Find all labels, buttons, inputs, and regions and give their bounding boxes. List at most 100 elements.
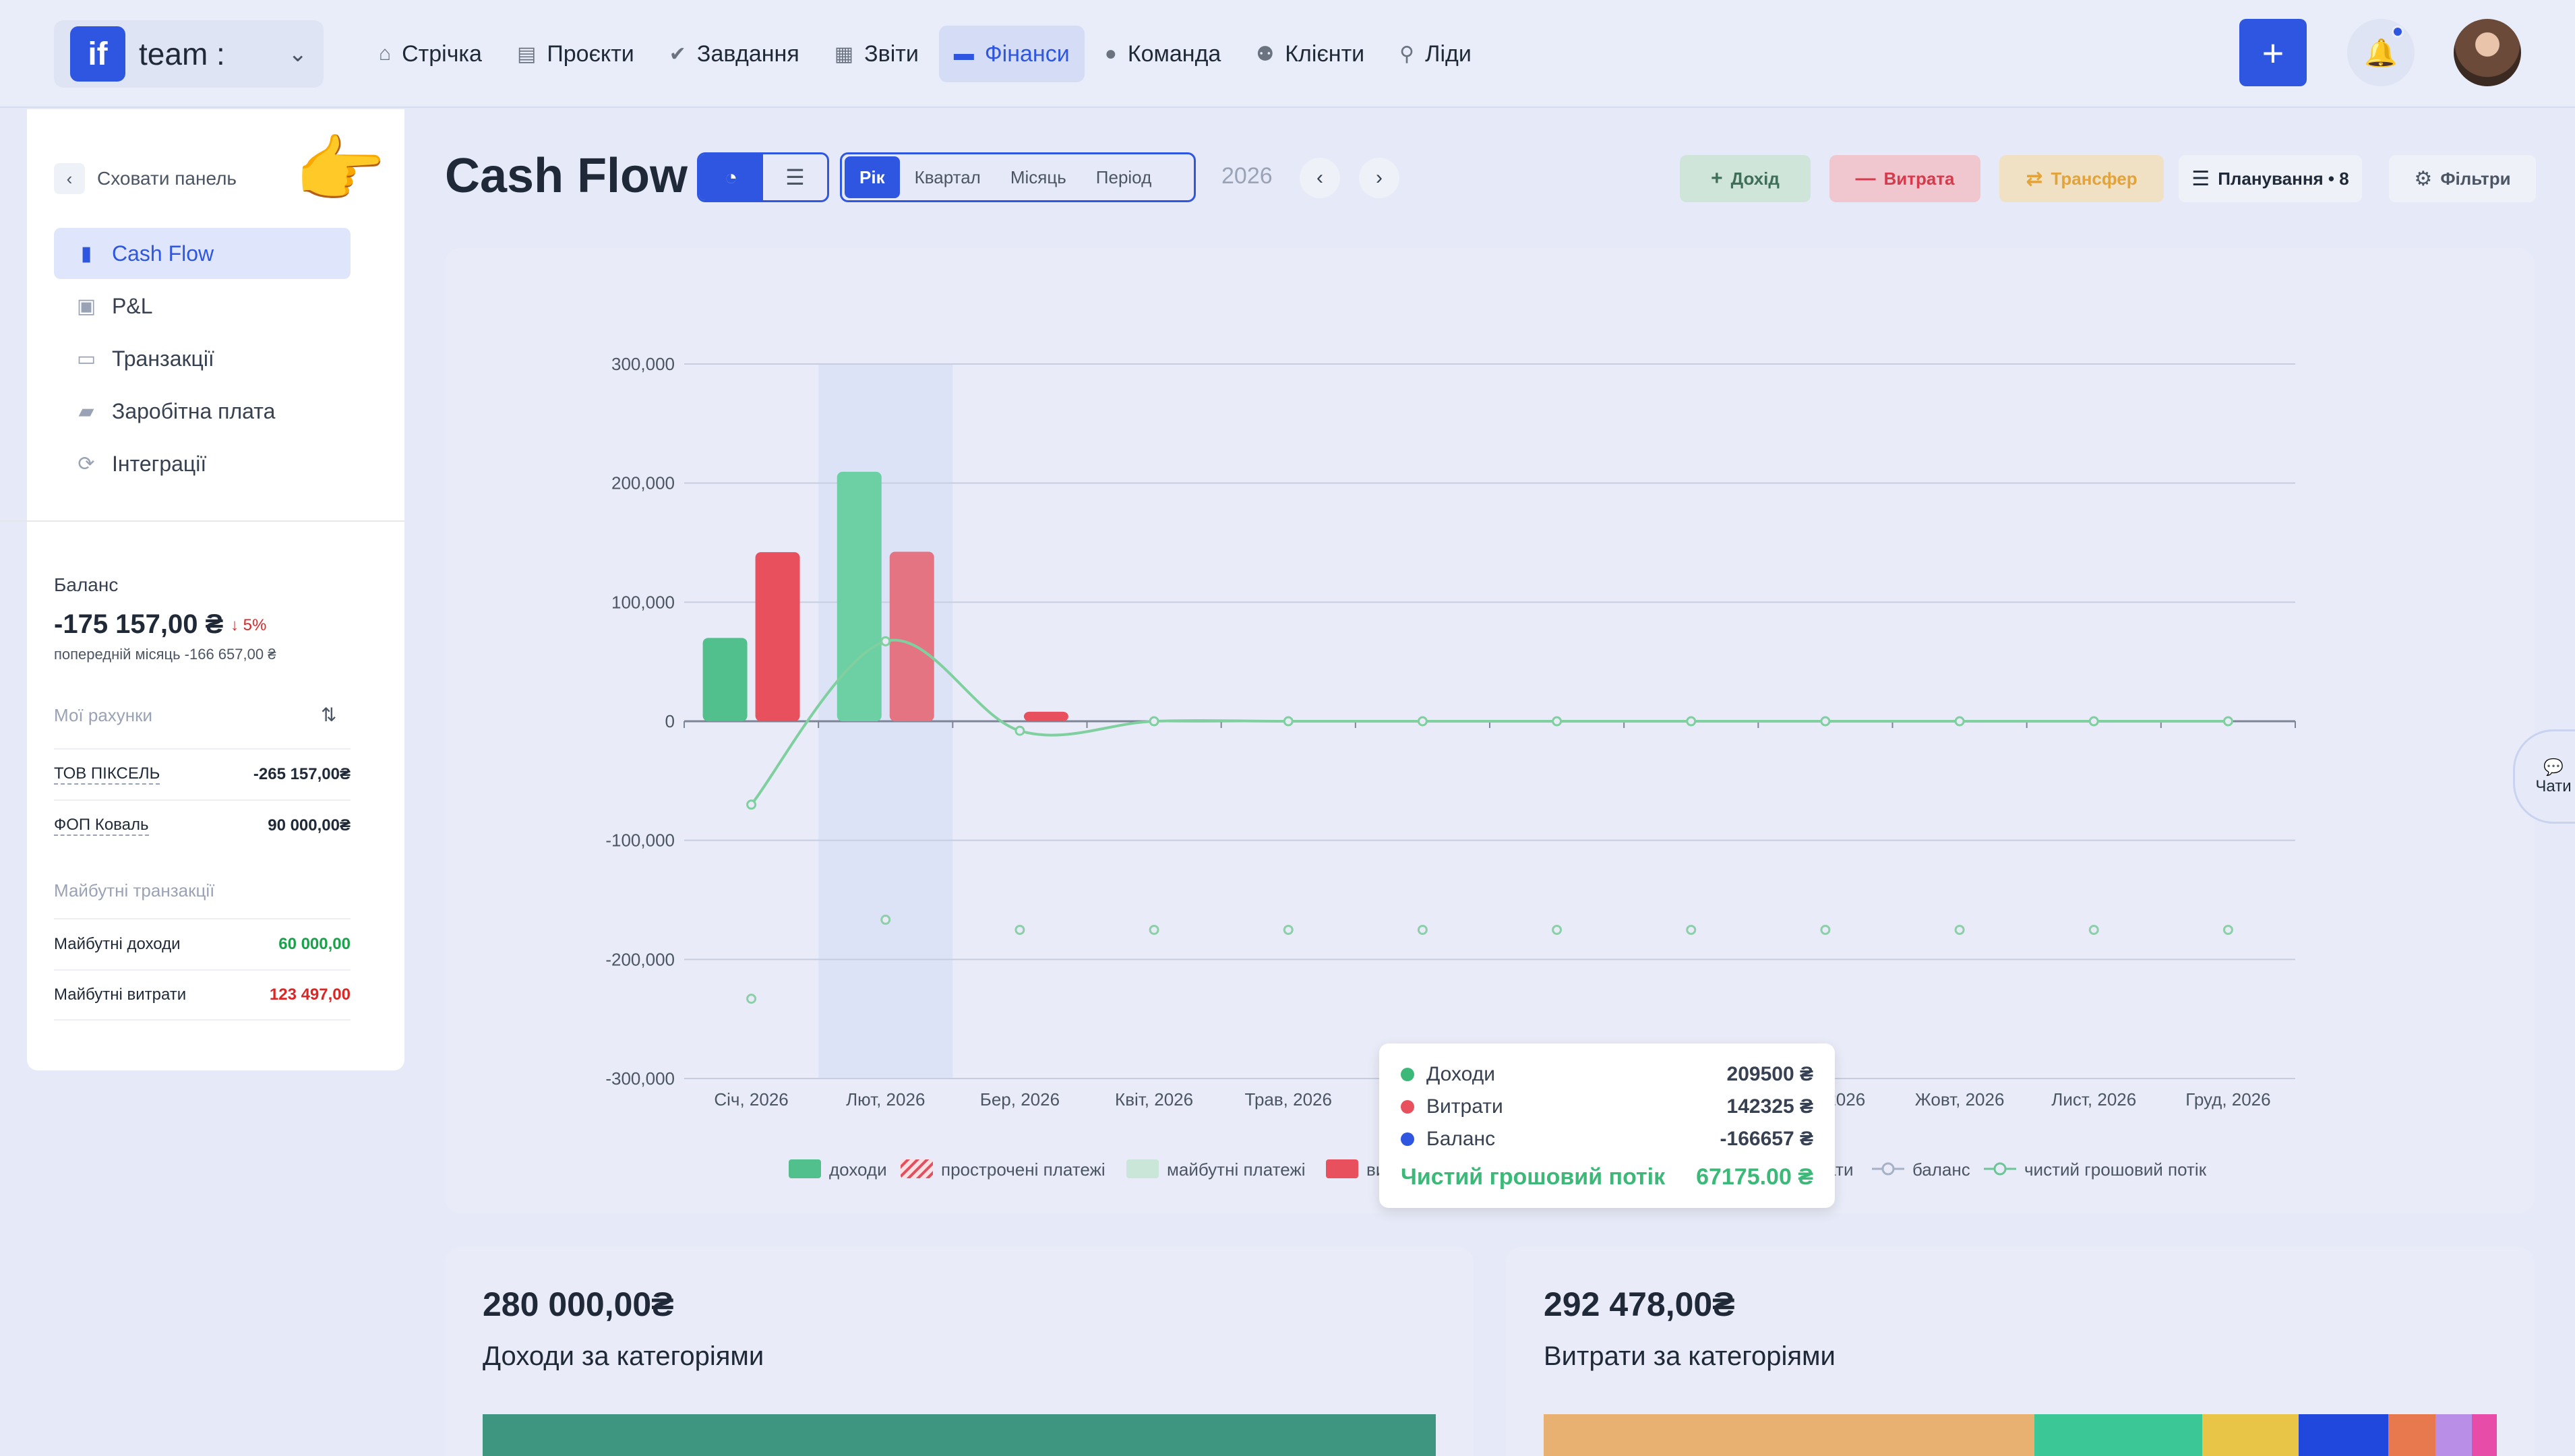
sliders-icon: ⚙ [2414, 167, 2433, 190]
net-cash-flow-point [1820, 716, 1831, 727]
sidebar-menu: ▮ Cash Flow ▣ P&L ▭ Транзакції ▰ Заробітна п… [54, 228, 351, 491]
filters-label: Фільтри [2440, 168, 2511, 189]
future-transactions-title: Майбутні транзакції [54, 880, 215, 901]
sync-icon: ⟳ [78, 452, 95, 475]
account-row[interactable]: ТОВ ПІКСЕЛЬ -265 157,00₴ [54, 748, 351, 799]
add-transfer-button[interactable]: ⇄ Трансфер [1999, 155, 2164, 202]
legend-swatch [901, 1159, 933, 1178]
future-value: 60 000,00 [278, 935, 351, 953]
account-name: ТОВ ПІКСЕЛЬ [54, 764, 160, 785]
y-tick-label: 300,000 [611, 354, 675, 374]
tooltip-label: Баланс [1426, 1128, 1496, 1150]
period-custom-tab[interactable]: Період [1081, 156, 1166, 198]
nav-item-clients[interactable]: ⚉ Клієнти [1241, 26, 1379, 82]
list-view-button[interactable]: ☰ [763, 154, 827, 200]
add-expense-button[interactable]: — Витрата [1829, 155, 1980, 202]
chart-view-button[interactable]: ◔ [699, 154, 763, 200]
balance-point [1820, 924, 1831, 935]
nav-item-finance[interactable]: ▬ Фінанси [938, 26, 1085, 82]
finance-sidebar: ‹ Сховати панель 👉 ▮ Cash Flow ▣ P&L ▭ Тран… [0, 109, 404, 1070]
sidebar-item-transactions[interactable]: ▭ Транзакції [54, 333, 351, 384]
chats-button[interactable]: 💬 Чати [2513, 729, 2575, 824]
next-year-button[interactable]: › [1359, 158, 1399, 198]
pointing-hand-icon: 👉 [294, 129, 386, 212]
nav-item-leads[interactable]: ⚲ Ліди [1385, 26, 1486, 82]
sidebar-item-label: Транзакції [112, 346, 214, 371]
add-button[interactable]: + [2239, 19, 2307, 86]
link-icon: ⚲ [1399, 42, 1415, 65]
nav-item-tasks[interactable]: ✔ Завдання [655, 26, 814, 82]
tooltip-row-expense: Витрати 142325 ₴ [1401, 1091, 1813, 1123]
account-row[interactable]: ФОП Коваль 90 000,00₴ [54, 799, 351, 851]
balance-point [880, 914, 891, 925]
sidebar-item-label: Заробітна плата [112, 398, 276, 423]
x-tick-label: Трав, 2026 [1245, 1089, 1332, 1110]
nav-item-team[interactable]: ● Команда [1090, 26, 1236, 82]
notification-dot [2392, 26, 2404, 38]
net-cash-flow-point [746, 799, 757, 810]
x-tick-label: Лют, 2026 [846, 1089, 925, 1110]
add-expense-label: Витрата [1883, 168, 1955, 189]
sidebar-item-pnl[interactable]: ▣ P&L [54, 280, 351, 332]
category-segment[interactable] [2202, 1414, 2299, 1456]
tooltip-label: Витрати [1426, 1095, 1503, 1118]
avatar[interactable] [2454, 19, 2521, 86]
sort-icon[interactable]: ⇅ [321, 704, 336, 726]
expense-category-bar [1544, 1414, 2497, 1456]
sidebar-item-label: Інтеграції [112, 451, 207, 476]
category-segment[interactable] [2472, 1414, 2497, 1456]
x-tick-label: Бер, 2026 [980, 1089, 1060, 1110]
category-segment[interactable] [2388, 1414, 2436, 1456]
tooltip-row-income: Доходи 209500 ₴ [1401, 1058, 1813, 1091]
period-quarter-tab[interactable]: Квартал [900, 156, 996, 198]
future-name: Майбутні доходи [54, 935, 181, 953]
balance-point [1014, 924, 1025, 935]
balance-point [1954, 924, 1965, 935]
nav-label: Стрічка [402, 40, 482, 67]
page-title: Cash Flow [445, 149, 688, 203]
expense-by-category-card: 292 478,00₴ Витрати за категоріями [1506, 1247, 2535, 1456]
net-cash-flow-line [750, 638, 2229, 806]
expense-bar [1023, 711, 1068, 721]
workspace-logo: if [70, 26, 125, 82]
notifications-button[interactable]: 🔔 [2347, 19, 2415, 86]
chats-label: Чати [2535, 777, 2572, 795]
chevron-down-icon: ⌄ [288, 41, 308, 67]
nav-item-feed[interactable]: ⌂ Стрічка [364, 26, 497, 82]
tooltip-row-net: Чистий грошовий потік 67175.00 ₴ [1401, 1161, 1813, 1193]
legend-label: чистий грошовий потік [2024, 1159, 2207, 1180]
nav-item-reports[interactable]: ▦ Звіти [820, 26, 934, 82]
add-income-button[interactable]: + Дохід [1680, 155, 1811, 202]
period-month-tab[interactable]: Місяць [996, 156, 1081, 198]
sidebar-item-cash-flow[interactable]: ▮ Cash Flow [54, 228, 351, 279]
workspace-switcher[interactable]: if team : ⌄ [54, 20, 324, 88]
hide-panel-button[interactable]: ‹ Сховати панель [54, 163, 237, 194]
category-segment[interactable] [2435, 1414, 2473, 1456]
chart-icon: ▮ [80, 242, 92, 265]
category-segment[interactable] [2298, 1414, 2388, 1456]
sidebar-item-integrations[interactable]: ⟳ Інтеграції [54, 438, 351, 489]
y-tick-label: 100,000 [611, 592, 675, 612]
previous-month-balance: попередній місяць -166 657,00 ₴ [54, 646, 276, 663]
planning-button[interactable]: ☰ Планування • 8 [2179, 155, 2362, 202]
briefcase-icon: ▰ [78, 400, 94, 423]
prev-year-button[interactable]: ‹ [1300, 158, 1340, 198]
period-year-tab[interactable]: Рік [845, 156, 900, 198]
expense-card-title: Витрати за категоріями [1544, 1341, 1836, 1371]
category-segment[interactable] [483, 1414, 1436, 1456]
home-icon: ⌂ [379, 42, 392, 65]
net-cash-flow-point [1283, 716, 1294, 727]
category-segment[interactable] [2034, 1414, 2203, 1456]
legend-swatch-marker [1993, 1162, 2007, 1176]
tooltip-net-value: 67175.00 ₴ [1696, 1163, 1813, 1190]
sidebar-item-payroll[interactable]: ▰ Заробітна плата [54, 386, 351, 437]
net-cash-flow-point [880, 636, 891, 646]
nav-item-projects[interactable]: ▤ Проєкти [502, 26, 649, 82]
income-category-bar [483, 1414, 1436, 1456]
filters-button[interactable]: ⚙ Фільтри [2389, 155, 2536, 202]
filter-lines-icon: ☰ [2191, 167, 2210, 190]
hide-panel-label: Сховати панель [97, 168, 237, 189]
category-segment[interactable] [1544, 1414, 2035, 1456]
y-tick-label: -100,000 [605, 830, 675, 851]
view-toggle: ◔ ☰ [697, 152, 829, 202]
